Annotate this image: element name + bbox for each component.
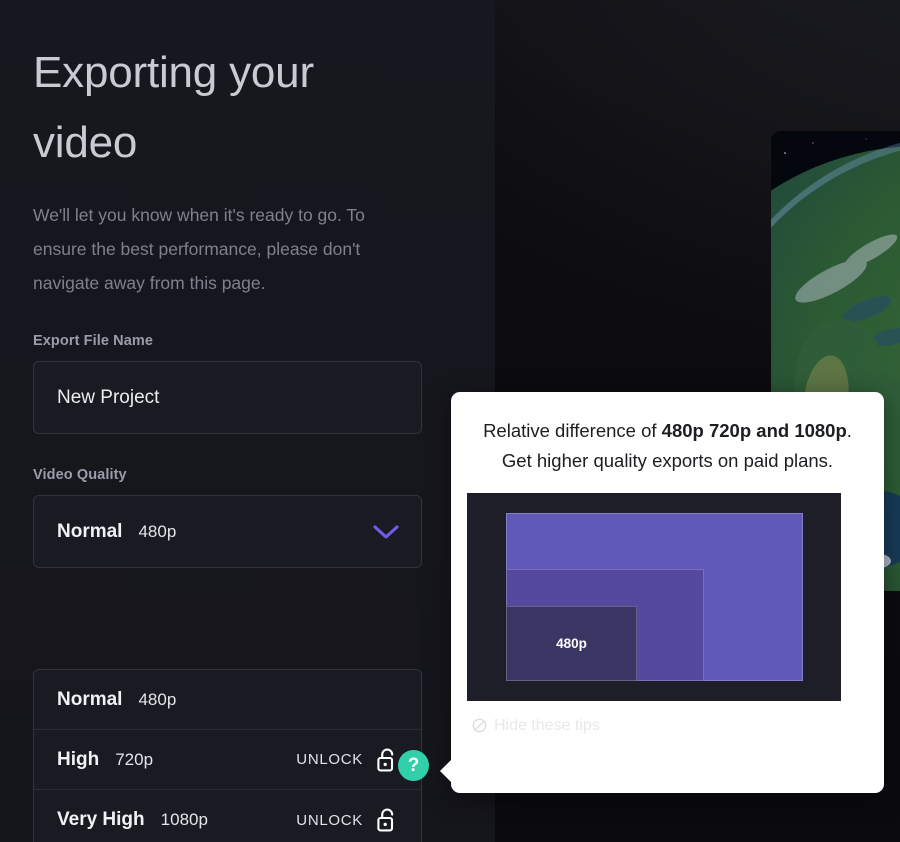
export-file-name-input[interactable]: New Project <box>33 361 422 435</box>
page-description: We'll let you know when it's ready to go… <box>33 205 365 293</box>
export-file-name-value: New Project <box>57 386 160 408</box>
app-root: Exporting your video We'll let you know … <box>0 0 900 842</box>
help-question-icon[interactable]: ? <box>398 750 429 781</box>
chart-rect-480p: 480p <box>506 605 637 681</box>
tips-tooltip: Relative difference of 480p 720p and 108… <box>440 392 884 793</box>
option-unlock-group[interactable]: UNLOCK <box>296 808 398 832</box>
selected-quality-resolution: 480p <box>138 521 177 541</box>
dropdown-option-high[interactable]: High 720p UNLOCK <box>34 730 421 790</box>
chart-label-480p: 480p <box>556 635 587 651</box>
tooltip-arrow <box>440 759 452 783</box>
tooltip-text-part1: Relative difference of <box>483 420 662 441</box>
option-unlock-group[interactable]: UNLOCK <box>296 748 398 772</box>
option-name: Normal <box>57 688 123 710</box>
unlock-padlock-icon <box>377 748 398 772</box>
chevron-down-icon[interactable] <box>373 524 399 540</box>
option-resolution: 720p <box>115 749 154 769</box>
option-name: Very High <box>57 809 145 830</box>
video-quality-dropdown[interactable]: Normal 480p High 720p UNLOCK Very High 1… <box>33 669 422 842</box>
unlock-label: UNLOCK <box>296 811 363 829</box>
tooltip-text-bold: 480p 720p and 1080p <box>661 420 847 441</box>
dropdown-option-very-high[interactable]: Very High 1080p UNLOCK <box>34 790 421 842</box>
help-badge-label: ? <box>407 754 420 776</box>
no-entry-icon <box>472 718 487 733</box>
hide-tips-button[interactable]: Hide these tips <box>467 717 868 735</box>
hide-tips-label: Hide these tips <box>494 716 600 734</box>
unlock-padlock-icon <box>377 808 398 832</box>
resolution-comparison-chart: 1080p 720p 480p <box>467 492 841 701</box>
option-name: High <box>57 748 100 770</box>
page-title: Exporting your video <box>33 48 314 167</box>
unlock-label: UNLOCK <box>296 751 363 768</box>
tooltip-text: Relative difference of 480p 720p and 108… <box>467 416 868 476</box>
dropdown-option-normal[interactable]: Normal 480p <box>34 670 421 730</box>
video-quality-label: Video Quality <box>33 467 127 484</box>
selected-quality-name: Normal <box>57 520 123 542</box>
export-file-name-label: Export File Name <box>33 333 154 350</box>
video-quality-select[interactable]: Normal 480p <box>33 495 422 569</box>
option-resolution: 480p <box>138 689 177 709</box>
option-resolution: 1080p <box>160 810 208 829</box>
